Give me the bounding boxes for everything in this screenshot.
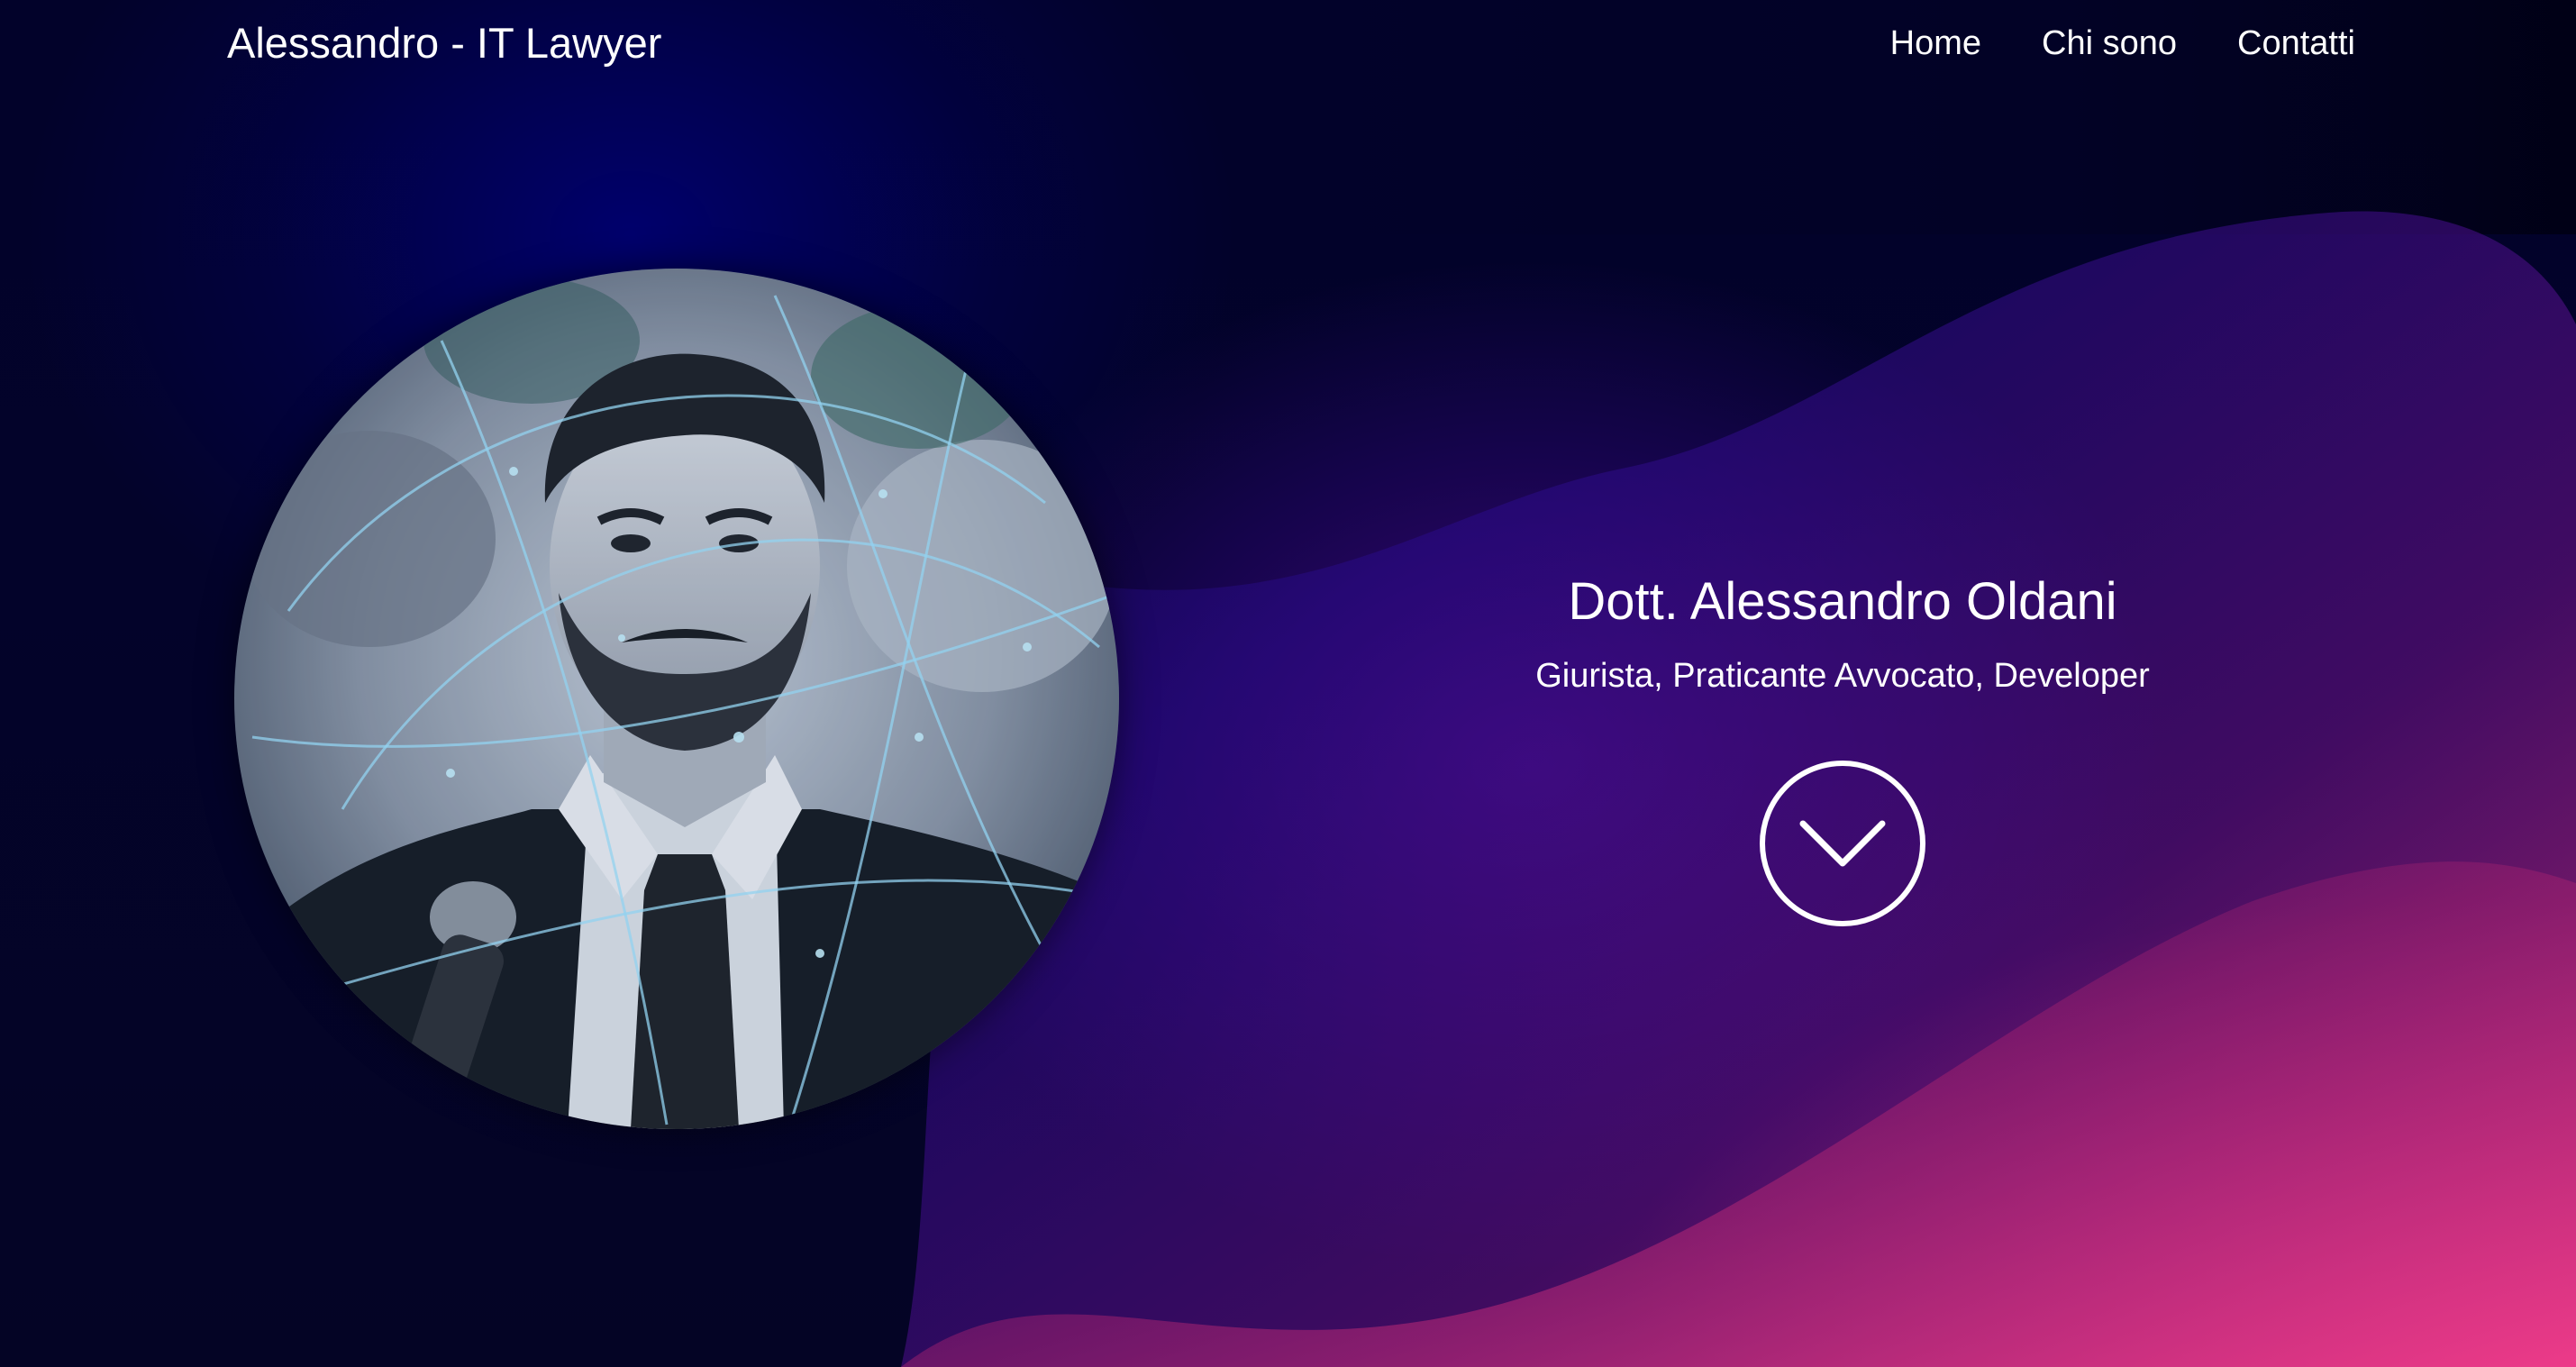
nav-link-contatti[interactable]: Contatti xyxy=(2237,16,2355,70)
top-navbar: Alessandro - IT Lawyer Home Chi sono Con… xyxy=(0,0,2576,87)
hero-subtitle: Giurista, Praticante Avvocato, Developer xyxy=(1535,657,2150,695)
nav-link-chi-sono[interactable]: Chi sono xyxy=(2042,16,2177,70)
hero-text: Dott. Alessandro Oldani Giurista, Pratic… xyxy=(1478,559,2207,701)
brand-link[interactable]: Alessandro - IT Lawyer xyxy=(227,16,661,70)
chevron-down-icon xyxy=(1799,820,1886,867)
nav-link-home[interactable]: Home xyxy=(1890,16,1981,70)
scroll-down-button[interactable] xyxy=(1760,761,1925,926)
hero-page: Alessandro - IT Lawyer Home Chi sono Con… xyxy=(0,0,2576,1367)
hero-title: Dott. Alessandro Oldani xyxy=(1568,572,2117,631)
nav-menu: Home Chi sono Contatti xyxy=(1890,16,2355,70)
profile-photo xyxy=(234,269,1119,1129)
